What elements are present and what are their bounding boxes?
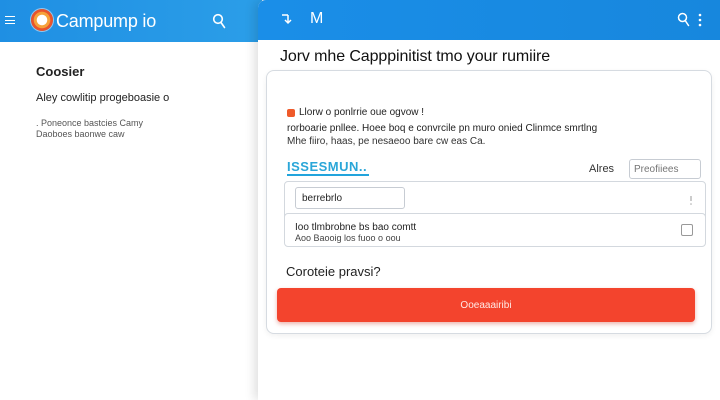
dialog-header: M — [258, 0, 720, 40]
text-input[interactable] — [295, 187, 405, 209]
warning-icon — [287, 109, 295, 117]
app-title: Campump io — [56, 11, 157, 31]
background-window-content: Coosier Aley cowlitip progeboasie o . Po… — [36, 64, 169, 139]
checkbox-label: Ioo tlmbrobne bs bao comtt — [295, 222, 417, 233]
note-line: Daoboes baonwe caw — [36, 129, 125, 139]
dialog-window: M Jorv mhe Capppinitist tmo your rumiire… — [258, 0, 720, 400]
section-tab[interactable]: ISSESMUN.. — [287, 159, 367, 174]
page-heading: Coosier — [36, 64, 85, 79]
back-arrow-icon[interactable] — [280, 12, 294, 26]
field-label: Alres — [589, 163, 615, 175]
submit-button[interactable]: Ooeaaairibi — [277, 288, 695, 322]
search-icon[interactable] — [212, 13, 226, 29]
more-vertical-icon[interactable] — [698, 12, 702, 28]
page-subheading: Aley cowlitip progeboasie o — [36, 92, 170, 104]
checkbox-note: Aoo Baooig los fuoo o oou — [295, 233, 401, 243]
checkbox-row[interactable]: Ioo tlmbrobne bs bao comtt Aoo Baooig lo… — [284, 213, 706, 247]
checkbox[interactable] — [681, 224, 693, 236]
confirm-question: Coroteie pravsi? — [286, 264, 381, 279]
section-tab-underline — [287, 174, 369, 176]
mail-icon[interactable]: M — [310, 10, 323, 28]
dialog-title: Jorv mhe Capppinitist tmo your rumiire — [280, 48, 551, 65]
info-icon — [690, 196, 692, 205]
background-window: Campump io Coosier Aley cowlitip progebo… — [0, 0, 262, 400]
page-note: . Poneonce bastcies Camy Daoboes baonwe … — [36, 118, 236, 140]
note-line: . Poneonce bastcies Camy — [36, 118, 144, 128]
app-logo-icon — [31, 9, 53, 31]
background-window-header: Campump io — [0, 0, 262, 42]
search-icon[interactable] — [677, 12, 690, 27]
notice-text: rorboarie pnllee. Hoee boq e convrcile p… — [287, 123, 598, 134]
menu-icon[interactable] — [5, 16, 15, 24]
notice-title: Llorw o ponlrrie oue ogvow ! — [299, 107, 425, 118]
short-text-input[interactable] — [629, 159, 701, 179]
notice-text: Mhe fiiro, haas, pe nesaeoo bare cw eas … — [287, 136, 486, 147]
